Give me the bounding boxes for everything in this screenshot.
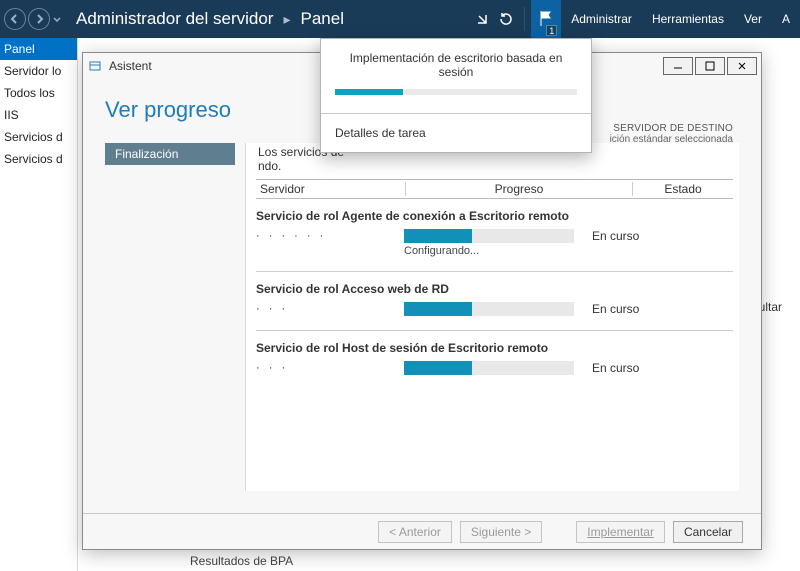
service-progress-bar (404, 302, 574, 316)
divider (256, 330, 733, 331)
sidebar-item-local-server[interactable]: Servidor lo (0, 60, 77, 82)
menu-ver[interactable]: Ver (734, 0, 772, 38)
wizard-content: Los servicios de xxxxxxxxxxxxxxxxxxxxxxx… (245, 143, 739, 491)
col-progreso: Progreso (406, 182, 633, 196)
top-right-group: 1 Administrar Herramientas Ver A (476, 0, 800, 38)
toast-title: Implementación de escritorio basada en s… (335, 51, 577, 79)
top-header: Administrador del servidor ▸ Panel 1 Adm… (0, 0, 800, 38)
prev-button[interactable]: < Anterior (378, 521, 452, 543)
wizard-step-finalizacion[interactable]: Finalización (105, 143, 235, 165)
menu-herramientas[interactable]: Herramientas (642, 0, 734, 38)
nav-dropdown-icon[interactable] (52, 8, 62, 30)
breadcrumb: Administrador del servidor ▸ Panel (76, 9, 344, 29)
toast-detail-link[interactable]: Detalles de tarea (321, 113, 591, 152)
service-title: Servicio de rol Agente de conexión a Esc… (256, 209, 733, 223)
breadcrumb-app: Administrador del servidor (76, 9, 273, 29)
nav-arrows (4, 8, 62, 30)
target-server-box: SERVIDOR DE DESTINO ición estándar selec… (610, 123, 733, 145)
task-toast: Implementación de escritorio basada en s… (320, 38, 592, 153)
left-nav: Panel Servidor lo Todos los IIS Servicio… (0, 38, 78, 571)
notifications-count-badge: 1 (546, 25, 557, 36)
sidebar-item-services-1[interactable]: Servicios d (0, 126, 77, 148)
bpa-results-label: Resultados de BPA (190, 554, 293, 568)
separator (524, 7, 525, 31)
service-title: Servicio de rol Host de sesión de Escrit… (256, 341, 733, 355)
service-status: En curso (592, 361, 639, 375)
wizard-footer: < Anterior Siguiente > Implementar Cance… (83, 513, 761, 549)
service-status: En curso (592, 302, 639, 316)
refresh-icon[interactable] (494, 7, 518, 31)
target-server-label: SERVIDOR DE DESTINO (610, 123, 733, 134)
maximize-button[interactable] (695, 57, 725, 75)
service-row: Servicio de rol Acceso web de RD · · · E… (256, 282, 733, 316)
service-server: · · · (256, 362, 396, 374)
deploy-button[interactable]: Implementar (576, 521, 665, 543)
breadcrumb-sep-icon: ▸ (283, 11, 290, 28)
service-server: · · · (256, 303, 396, 315)
service-status: En curso (592, 229, 639, 243)
sidebar-item-iis[interactable]: IIS (0, 104, 77, 126)
service-row: Servicio de rol Agente de conexión a Esc… (256, 209, 733, 257)
nav-back-button[interactable] (4, 8, 26, 30)
service-progress-bar (404, 229, 574, 243)
next-button[interactable]: Siguiente > (460, 521, 542, 543)
col-estado: Estado (633, 182, 733, 196)
toast-progress-bar (335, 89, 577, 95)
cancel-button[interactable]: Cancelar (673, 521, 743, 543)
service-row: Servicio de rol Host de sesión de Escrit… (256, 341, 733, 375)
breadcrumb-chevron-icon[interactable] (476, 12, 490, 26)
nav-forward-button[interactable] (28, 8, 50, 30)
breadcrumb-page: Panel (301, 9, 344, 29)
col-servidor: Servidor (256, 182, 406, 196)
service-server: · · · · · · (256, 230, 396, 242)
divider (256, 271, 733, 272)
service-substatus: Configurando... (404, 245, 733, 257)
menu-administrar[interactable]: Administrar (561, 0, 642, 38)
progress-table-header: Servidor Progreso Estado (256, 179, 733, 199)
menu-ayuda[interactable]: A (772, 0, 800, 38)
wizard-steps: Finalización (105, 143, 235, 491)
service-title: Servicio de rol Acceso web de RD (256, 282, 733, 296)
close-button[interactable] (727, 57, 757, 75)
service-progress-bar (404, 361, 574, 375)
sidebar-item-services-2[interactable]: Servicios d (0, 148, 77, 170)
sidebar-item-all-servers[interactable]: Todos los (0, 82, 77, 104)
sidebar-item-panel[interactable]: Panel (0, 38, 77, 60)
notifications-flag-button[interactable]: 1 (531, 0, 561, 38)
wizard-title: Asistent (109, 59, 152, 73)
minimize-button[interactable] (663, 57, 693, 75)
wizard-app-icon (87, 58, 103, 74)
